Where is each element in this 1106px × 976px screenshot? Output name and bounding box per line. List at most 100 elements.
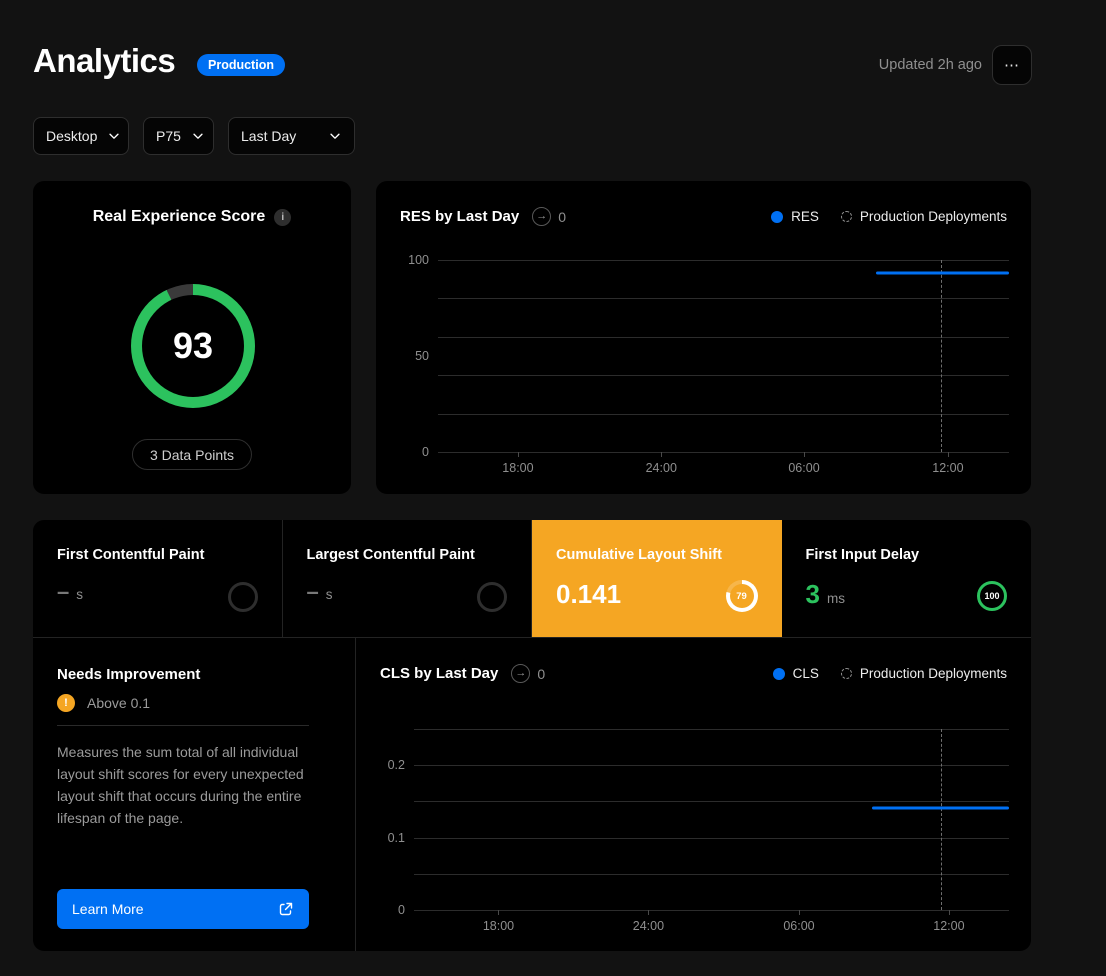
legend-item-deployments[interactable]: Production Deployments xyxy=(841,209,1007,224)
score-card-title: Real Experience Score xyxy=(93,208,266,226)
ring-score-value: 100 xyxy=(984,591,999,601)
tab-largest-contentful-paint[interactable]: Largest Contentful Paint – s xyxy=(283,520,533,637)
gridline xyxy=(414,801,1009,802)
chevron-down-icon xyxy=(328,129,342,143)
tab-title: Largest Contentful Paint xyxy=(307,547,508,563)
device-dropdown[interactable]: Desktop xyxy=(33,117,129,155)
x-axis-tick-label: 06:00 xyxy=(788,461,819,475)
ring-score-value: 79 xyxy=(736,591,747,602)
x-axis-tick-label: 24:00 xyxy=(646,461,677,475)
x-axis-tick-label: 12:00 xyxy=(933,919,964,933)
tab-title: Cumulative Layout Shift xyxy=(556,547,758,563)
circled-arrow-icon: → xyxy=(532,207,551,226)
tab-unit: s xyxy=(326,587,333,602)
chevron-down-icon xyxy=(107,129,121,143)
percentile-dropdown[interactable]: P75 xyxy=(143,117,214,155)
gridline xyxy=(438,414,1009,415)
legend-item-deployments[interactable]: Production Deployments xyxy=(841,666,1007,681)
empty-score-ring xyxy=(477,582,507,612)
time-range-dropdown[interactable]: Last Day xyxy=(228,117,355,155)
gridline xyxy=(438,260,1009,261)
res-legend: RES Production Deployments xyxy=(771,209,1007,224)
learn-more-button[interactable]: Learn More xyxy=(57,889,309,929)
filter-bar: Desktop P75 Last Day xyxy=(33,117,355,155)
page-title: Analytics xyxy=(33,42,175,80)
x-axis-tick-label: 06:00 xyxy=(783,919,814,933)
tab-value: 3 xyxy=(806,579,820,610)
status-row: ! Above 0.1 xyxy=(57,694,150,712)
deployments-count-value: 0 xyxy=(558,209,566,225)
gridline xyxy=(438,375,1009,376)
web-vitals-card: First Contentful Paint – s Largest Conte… xyxy=(32,519,1032,952)
deployment-marker-line xyxy=(941,729,942,910)
external-link-icon xyxy=(278,901,294,917)
tab-first-contentful-paint[interactable]: First Contentful Paint – s xyxy=(33,520,283,637)
cls-score-ring: 79 xyxy=(726,580,758,612)
y-axis-tick-label: 0.2 xyxy=(388,758,405,772)
tab-value: – xyxy=(57,579,69,605)
empty-score-ring xyxy=(228,582,258,612)
y-axis-tick-label: 0 xyxy=(398,903,405,917)
x-axis-tick xyxy=(518,452,519,457)
x-axis-tick xyxy=(661,452,662,457)
gridline xyxy=(414,729,1009,730)
circled-arrow-icon: → xyxy=(511,664,530,683)
data-points-button[interactable]: 3 Data Points xyxy=(132,439,252,470)
tab-value: 0.141 xyxy=(556,579,621,610)
environment-badge: Production xyxy=(197,54,285,76)
legend-label: RES xyxy=(791,209,819,224)
tab-title: First Contentful Paint xyxy=(57,547,258,563)
learn-more-label: Learn More xyxy=(72,901,144,917)
tab-value: – xyxy=(307,579,319,605)
deployments-count[interactable]: → 0 xyxy=(532,207,566,226)
x-axis-tick xyxy=(648,910,649,915)
tab-cumulative-layout-shift[interactable]: Cumulative Layout Shift 0.141 79 xyxy=(532,520,782,637)
metric-tabs: First Contentful Paint – s Largest Conte… xyxy=(33,520,1031,638)
updated-timestamp: Updated 2h ago xyxy=(879,57,982,73)
legend-item-res[interactable]: RES xyxy=(771,209,819,224)
metric-description: Measures the sum total of all individual… xyxy=(57,741,313,829)
warning-icon: ! xyxy=(57,694,75,712)
tab-first-input-delay[interactable]: First Input Delay 3 ms 100 xyxy=(782,520,1032,637)
cls-legend: CLS Production Deployments xyxy=(773,666,1007,681)
x-axis-tick-label: 18:00 xyxy=(483,919,514,933)
cls-plot-area: 0.20.1018:0024:0006:0012:00 xyxy=(414,729,1009,910)
deployments-count-value: 0 xyxy=(537,666,545,682)
divider xyxy=(57,725,309,726)
detail-heading: Needs Improvement xyxy=(57,666,200,683)
info-icon[interactable]: i xyxy=(274,209,291,226)
score-value: 93 xyxy=(173,325,213,367)
deployments-count[interactable]: → 0 xyxy=(511,664,545,683)
tab-unit: s xyxy=(76,587,83,602)
gridline xyxy=(414,765,1009,766)
y-axis-tick-label: 0.1 xyxy=(388,831,405,845)
x-axis-tick xyxy=(804,452,805,457)
y-axis-tick-label: 0 xyxy=(422,445,429,459)
score-gauge: 93 xyxy=(131,284,255,408)
res-plot-area: 10050018:0024:0006:0012:00 xyxy=(438,260,1009,452)
chevron-down-icon xyxy=(191,129,205,143)
x-axis-tick xyxy=(799,910,800,915)
gridline xyxy=(414,838,1009,839)
gridline xyxy=(438,337,1009,338)
y-axis-tick-label: 50 xyxy=(415,349,429,363)
real-experience-score-card: Real Experience Score i 93 3 Data Points xyxy=(32,180,352,495)
metric-detail-panel: Needs Improvement ! Above 0.1 Measures t… xyxy=(33,638,356,951)
dashed-circle-icon xyxy=(841,211,852,222)
series-line-res xyxy=(876,272,1009,275)
cls-chart-title: CLS by Last Day xyxy=(380,665,498,682)
series-dot-icon xyxy=(773,668,785,680)
x-axis-tick-label: 24:00 xyxy=(633,919,664,933)
gridline xyxy=(414,874,1009,875)
ellipsis-icon: ⋯ xyxy=(1004,56,1020,74)
x-axis-tick-label: 12:00 xyxy=(932,461,963,475)
legend-label: Production Deployments xyxy=(860,209,1007,224)
series-dot-icon xyxy=(771,211,783,223)
x-axis-tick xyxy=(949,910,950,915)
time-range-dropdown-value: Last Day xyxy=(241,128,296,144)
res-chart-card: RES by Last Day → 0 RES Production Deplo… xyxy=(375,180,1032,495)
cls-chart-section: CLS by Last Day → 0 CLS Production Deplo… xyxy=(356,638,1031,951)
overflow-menu-button[interactable]: ⋯ xyxy=(992,45,1032,85)
status-label: Above 0.1 xyxy=(87,695,150,711)
legend-item-cls[interactable]: CLS xyxy=(773,666,819,681)
